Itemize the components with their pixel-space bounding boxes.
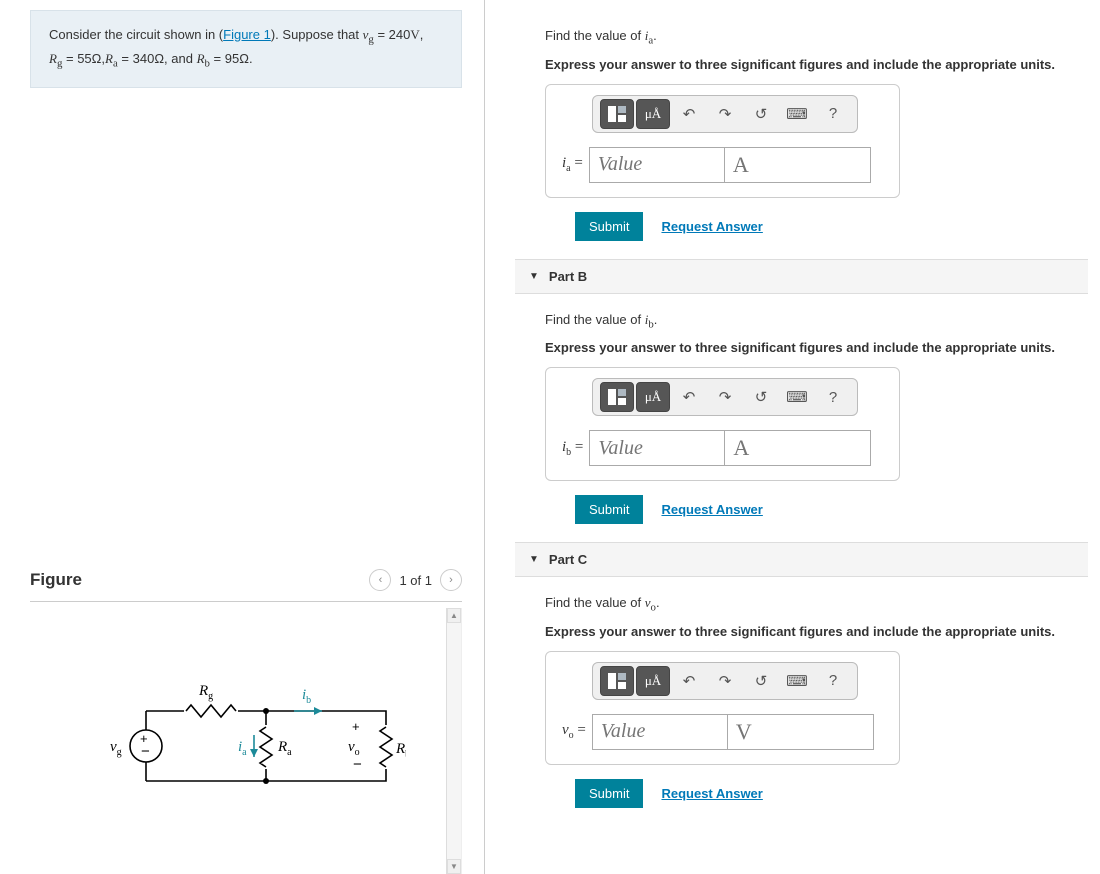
- part-c-prompt: Find the value of vo.: [545, 595, 1088, 614]
- svg-text:Rb: Rb: [395, 741, 406, 760]
- part-a-toolbar: μÅ ↶ ↷ ↺ ⌨ ?: [592, 95, 858, 133]
- part-a-answer-box: μÅ ↶ ↷ ↺ ⌨ ? ia =: [545, 84, 900, 198]
- figure-section: Figure ‹ 1 of 1 › .wire{stroke:#000;stro…: [30, 569, 462, 874]
- templates-button[interactable]: [600, 99, 634, 129]
- part-b: ▼ Part B Find the value of ib. Express y…: [515, 259, 1088, 525]
- part-c: ▼ Part C Find the value of vo. Express y…: [515, 542, 1088, 808]
- problem-text-2: ). Suppose that: [271, 27, 363, 42]
- part-b-var-label: ib =: [560, 439, 583, 458]
- part-b-submit-button[interactable]: Submit: [575, 495, 643, 524]
- ra-value: 340: [133, 51, 155, 66]
- part-c-request-answer-link[interactable]: Request Answer: [661, 786, 762, 801]
- problem-text-1: Consider the circuit shown in (: [49, 27, 223, 42]
- templates-button[interactable]: [600, 382, 634, 412]
- part-a-request-answer-link[interactable]: Request Answer: [661, 219, 762, 234]
- left-pane: Consider the circuit shown in (Figure 1)…: [0, 0, 485, 874]
- keyboard-button[interactable]: ⌨: [780, 99, 814, 129]
- part-c-toolbar: μÅ ↶ ↷ ↺ ⌨ ?: [592, 662, 858, 700]
- redo-button[interactable]: ↷: [708, 666, 742, 696]
- figure-link[interactable]: Figure 1: [223, 27, 271, 42]
- part-c-instructions: Express your answer to three significant…: [545, 624, 1088, 639]
- part-a-submit-button[interactable]: Submit: [575, 212, 643, 241]
- scroll-down-icon[interactable]: ▼: [447, 859, 461, 874]
- part-a-instructions: Express your answer to three significant…: [545, 57, 1088, 72]
- part-b-unit-input[interactable]: [725, 430, 871, 466]
- rb-value: 95: [225, 51, 239, 66]
- undo-button[interactable]: ↶: [672, 99, 706, 129]
- svg-text:ib: ib: [302, 687, 311, 706]
- svg-text:−: −: [141, 743, 150, 760]
- part-c-title: Part C: [549, 552, 587, 567]
- svg-text:Ra: Ra: [277, 739, 292, 758]
- part-b-instructions: Express your answer to three significant…: [545, 340, 1088, 355]
- part-a-value-input[interactable]: [589, 147, 725, 183]
- part-b-request-answer-link[interactable]: Request Answer: [661, 502, 762, 517]
- right-pane: Find the value of ia. Express your answe…: [485, 0, 1100, 874]
- part-c-header[interactable]: ▼ Part C: [515, 542, 1088, 577]
- figure-next-button[interactable]: ›: [440, 569, 462, 591]
- part-a-var-label: ia =: [560, 155, 583, 174]
- part-a: Find the value of ia. Express your answe…: [515, 10, 1088, 241]
- reset-button[interactable]: ↺: [744, 382, 778, 412]
- redo-button[interactable]: ↷: [708, 99, 742, 129]
- scroll-up-icon[interactable]: ▲: [447, 608, 461, 623]
- figure-scrollbar[interactable]: ▲ ▼: [446, 608, 461, 874]
- keyboard-button[interactable]: ⌨: [780, 666, 814, 696]
- templates-button[interactable]: [600, 666, 634, 696]
- part-b-value-input[interactable]: [589, 430, 725, 466]
- reset-button[interactable]: ↺: [744, 666, 778, 696]
- part-b-title: Part B: [549, 269, 587, 284]
- part-c-unit-input[interactable]: [728, 714, 874, 750]
- part-c-value-input[interactable]: [592, 714, 728, 750]
- part-c-var-label: vo =: [560, 722, 586, 741]
- svg-text:Rg: Rg: [198, 683, 213, 702]
- vg-value: 240: [389, 27, 411, 42]
- caret-down-icon: ▼: [529, 554, 539, 565]
- units-button[interactable]: μÅ: [636, 666, 670, 696]
- svg-text:ia: ia: [238, 739, 247, 758]
- help-button[interactable]: ?: [816, 99, 850, 129]
- help-button[interactable]: ?: [816, 382, 850, 412]
- units-button[interactable]: μÅ: [636, 99, 670, 129]
- keyboard-button[interactable]: ⌨: [780, 382, 814, 412]
- part-a-prompt: Find the value of ia.: [545, 28, 1088, 47]
- undo-button[interactable]: ↶: [672, 666, 706, 696]
- help-button[interactable]: ?: [816, 666, 850, 696]
- svg-text:vg: vg: [110, 739, 122, 758]
- part-b-answer-box: μÅ ↶ ↷ ↺ ⌨ ? ib =: [545, 367, 900, 481]
- part-b-header[interactable]: ▼ Part B: [515, 259, 1088, 294]
- part-c-answer-box: μÅ ↶ ↷ ↺ ⌨ ? vo =: [545, 651, 900, 765]
- part-a-unit-input[interactable]: [725, 147, 871, 183]
- figure-pager: 1 of 1: [399, 573, 432, 588]
- figure-prev-button[interactable]: ‹: [369, 569, 391, 591]
- part-b-toolbar: μÅ ↶ ↷ ↺ ⌨ ?: [592, 378, 858, 416]
- redo-button[interactable]: ↷: [708, 382, 742, 412]
- circuit-diagram: .wire{stroke:#000;stroke-width:1.6;fill:…: [86, 661, 406, 821]
- undo-button[interactable]: ↶: [672, 382, 706, 412]
- svg-text:+: +: [352, 719, 360, 734]
- problem-statement: Consider the circuit shown in (Figure 1)…: [30, 10, 462, 88]
- part-b-prompt: Find the value of ib.: [545, 312, 1088, 331]
- reset-button[interactable]: ↺: [744, 99, 778, 129]
- units-button[interactable]: μÅ: [636, 382, 670, 412]
- part-c-submit-button[interactable]: Submit: [575, 779, 643, 808]
- rg-value: 55: [77, 51, 91, 66]
- caret-down-icon: ▼: [529, 271, 539, 282]
- svg-text:−: −: [353, 756, 362, 773]
- figure-title: Figure: [30, 570, 82, 590]
